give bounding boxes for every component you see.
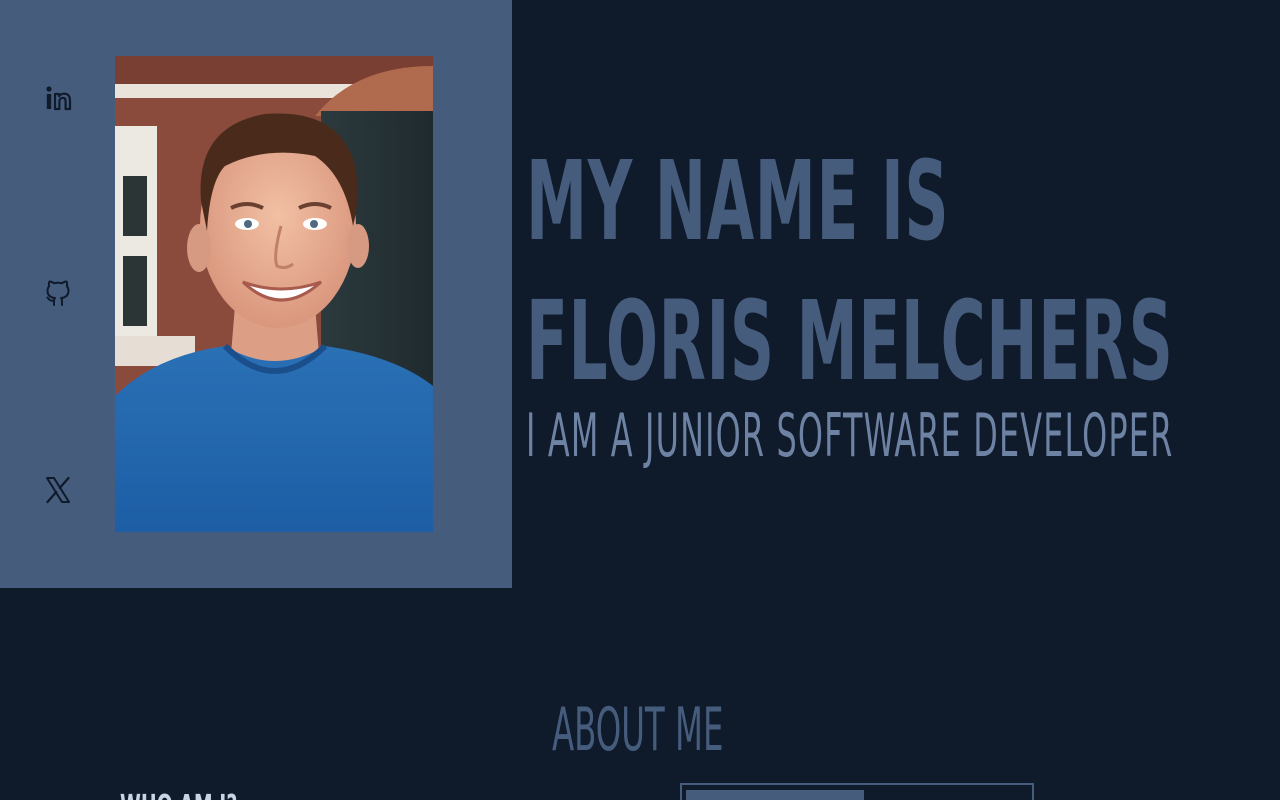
about-tab-toggle[interactable]	[680, 783, 1034, 800]
x-icon	[46, 476, 70, 504]
about-section-title: ABOUT ME	[552, 695, 724, 765]
github-link[interactable]	[40, 275, 76, 311]
profile-photo	[115, 56, 433, 532]
linkedin-link[interactable]	[40, 80, 76, 116]
who-am-i-heading: WHO AM I?	[120, 792, 237, 800]
github-icon	[46, 280, 70, 306]
profile-panel	[0, 0, 512, 588]
headline-line-1: MY NAME IS	[526, 137, 950, 265]
subtitle: I AM A JUNIOR SOFTWARE DEVELOPER	[526, 401, 1174, 471]
headline-line-2: FLORIS MELCHERS	[526, 277, 1174, 405]
x-link[interactable]	[40, 472, 76, 508]
linkedin-icon	[46, 86, 72, 111]
active-tab[interactable]	[686, 790, 864, 800]
